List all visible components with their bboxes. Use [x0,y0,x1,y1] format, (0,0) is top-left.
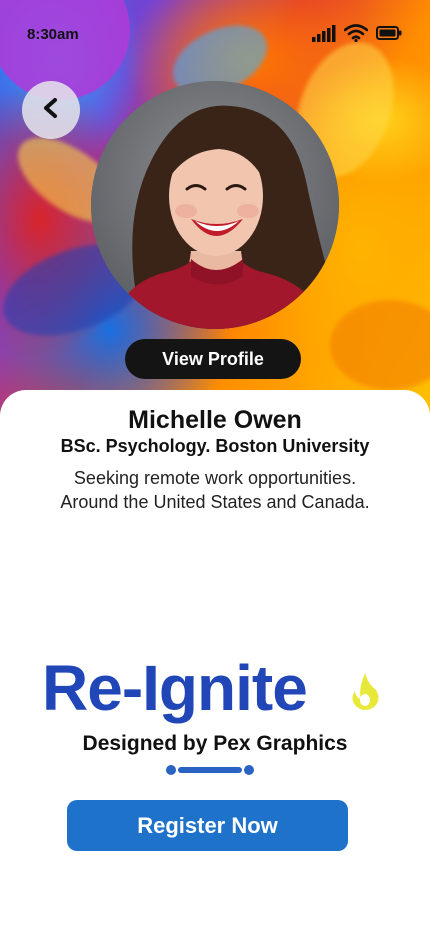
status-time: 8:30am [27,26,79,43]
flame-icon [350,672,380,715]
profile-bio: Seeking remote work opportunities. Aroun… [0,466,430,514]
brand-logo-text: Re-Ignite [42,652,308,724]
profile-name: Michelle Owen [128,406,302,434]
bio-line: Seeking remote work opportunities. [73,468,357,488]
register-now-button[interactable]: Register Now [67,800,348,851]
back-button[interactable] [22,81,80,139]
brand-tagline: Designed by Pex Graphics [82,732,348,755]
paint-swirl [330,300,430,390]
wifi-icon [343,24,369,47]
chevron-left-icon [40,97,62,124]
profile-degree: BSc. Psychology. Boston University [60,436,370,456]
battery-icon [376,26,402,45]
bio-line: Around the United States and Canada. [60,492,370,512]
signal-icon [312,24,336,47]
indicator-dot [244,765,254,775]
indicator-dot [166,765,176,775]
indicator-bar [178,767,242,773]
view-profile-button[interactable]: View Profile [125,339,301,379]
profile-avatar [91,81,339,329]
status-icons [312,24,402,47]
page-indicator [166,764,256,776]
